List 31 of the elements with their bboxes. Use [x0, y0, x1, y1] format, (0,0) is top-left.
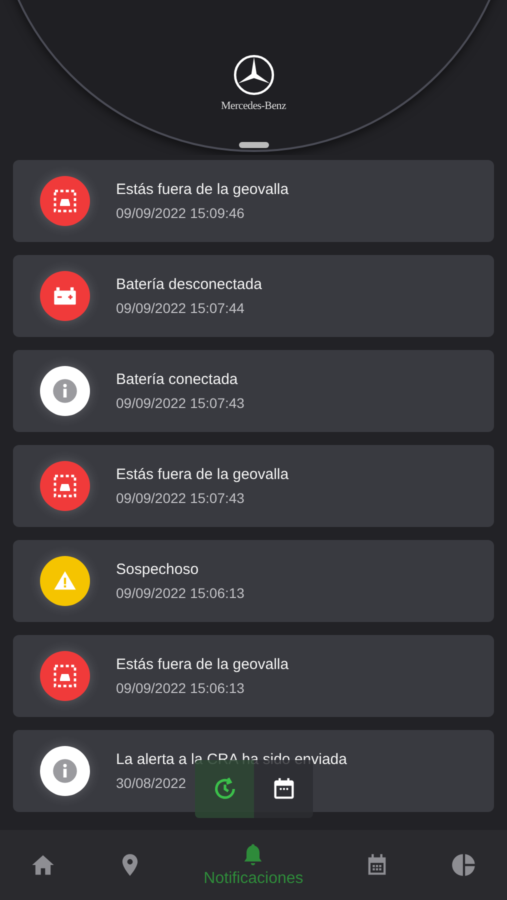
notification-card[interactable]: Estás fuera de la geovalla 09/09/2022 15:06:13	[13, 635, 494, 717]
notification-time: 09/09/2022 15:07:44	[116, 300, 244, 316]
info-icon	[40, 746, 90, 796]
notification-card[interactable]: Batería desconectada 09/09/2022 15:07:44	[13, 255, 494, 337]
pie-chart-icon[interactable]	[450, 852, 477, 878]
notification-time: 30/08/2022	[116, 775, 186, 791]
notification-title: Batería desconectada	[116, 276, 262, 293]
notification-time: 09/09/2022 15:06:13	[116, 680, 244, 696]
notification-title: Estás fuera de la geovalla	[116, 656, 289, 673]
notification-card[interactable]: Sospechoso 09/09/2022 15:06:13	[13, 540, 494, 622]
brand-name: Mercedes-Benz	[220, 100, 286, 112]
notification-card[interactable]: Batería conectada 09/09/2022 15:07:43	[13, 350, 494, 432]
notification-time: 09/09/2022 15:06:13	[116, 585, 244, 601]
notification-title: Estás fuera de la geovalla	[116, 181, 289, 198]
info-icon	[40, 366, 90, 416]
notification-card[interactable]: Estás fuera de la geovalla 09/09/2022 15:07:43	[13, 445, 494, 527]
notification-title: Sospechoso	[116, 561, 199, 578]
logo-icon	[232, 54, 274, 96]
notification-title: Estás fuera de la geovalla	[116, 466, 289, 483]
geofence-icon	[40, 461, 90, 511]
battery-icon	[40, 271, 90, 321]
geofence-icon	[40, 651, 90, 701]
notification-title: Batería conectada	[116, 371, 238, 388]
notification-card[interactable]: Estás fuera de la geovalla 09/09/2022 15:09:46	[13, 160, 494, 242]
notification-time: 09/09/2022 15:07:43	[116, 395, 244, 411]
drag-handle[interactable]	[238, 142, 268, 148]
notification-time: 09/09/2022 15:09:46	[116, 205, 244, 221]
notification-time: 09/09/2022 15:07:43	[116, 490, 244, 506]
geofence-icon	[40, 176, 90, 226]
notification-title: La alerta a la CRA ha sido enviada	[116, 751, 347, 768]
warning-icon	[40, 556, 90, 606]
